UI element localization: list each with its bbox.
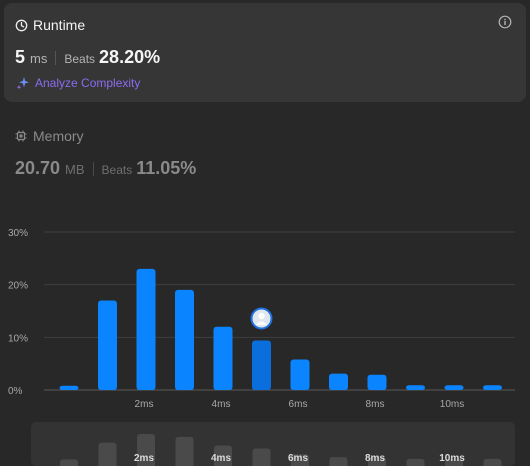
runtime-unit: ms (30, 51, 48, 66)
bar (329, 373, 348, 390)
scrubber-bar (483, 458, 502, 466)
bar (367, 374, 387, 390)
memory-title: Memory (33, 128, 84, 144)
analyze-complexity-label: Analyze Complexity (35, 76, 141, 90)
scrubber-tick-label: 10ms (439, 453, 465, 464)
analyze-complexity-button[interactable]: Analyze Complexity (16, 76, 140, 90)
runtime-metric: 5 ms Beats 28.20% (15, 47, 160, 68)
y-tick-label: 30% (8, 228, 28, 239)
scrubber-tick-label: 8ms (365, 453, 385, 464)
runtime-beats-value: 28.20% (99, 47, 161, 67)
chart-range-scrubber[interactable]: 2ms 4ms 6ms 8ms 10ms (0, 420, 530, 466)
x-tick-label: 4ms (212, 399, 231, 410)
bar (252, 340, 271, 390)
runtime-card[interactable]: Runtime 5 ms Beats 28.20% Analyze Comple… (4, 3, 526, 102)
y-tick-label: 20% (8, 281, 28, 292)
clock-icon (15, 19, 28, 31)
metric-divider (92, 161, 94, 176)
x-tick-label: 8ms (366, 399, 385, 410)
memory-unit: MB (65, 162, 85, 177)
y-tick-label: 10% (8, 333, 28, 344)
memory-beats-value: 11.05% (136, 158, 197, 178)
runtime-beats-label: Beats (64, 52, 96, 66)
bar (213, 326, 233, 390)
x-tick-label: 6ms (289, 399, 308, 410)
bar (59, 385, 79, 390)
user-avatar-marker (250, 307, 273, 330)
x-tick-label: 10ms (440, 399, 464, 410)
scrubber-bar (252, 448, 271, 466)
bar (136, 268, 156, 390)
bar (175, 289, 194, 390)
y-tick-label: 0% (8, 386, 23, 397)
scrubber-bar (60, 459, 78, 466)
runtime-distribution-chart[interactable]: 0% 10% 20% 30% 2ms 4ms 6ms 8ms 10ms (0, 220, 530, 415)
memory-value: 20.70 (15, 158, 61, 178)
bar (406, 385, 425, 390)
memory-title-row: Memory (15, 128, 84, 144)
scrubber-bar (329, 457, 348, 466)
memory-tab[interactable]: Memory (15, 128, 84, 144)
bar (98, 300, 117, 390)
bar (290, 359, 310, 390)
bar (444, 385, 464, 390)
runtime-title-row: Runtime (15, 17, 85, 33)
scrubber-tick-label: 2ms (134, 453, 154, 464)
scrubber-bar (406, 458, 425, 466)
runtime-value: 5 (15, 47, 26, 67)
bar (483, 385, 502, 390)
info-icon[interactable] (498, 15, 512, 29)
scrubber-tick-label: 4ms (211, 453, 231, 464)
x-tick-label: 2ms (135, 399, 154, 410)
memory-metric: 20.70 MB Beats 11.05% (15, 158, 196, 179)
metric-divider (55, 50, 57, 65)
sparkle-icon (16, 77, 29, 90)
scrubber-tick-label: 6ms (288, 453, 308, 464)
scrubber-bar (175, 436, 194, 466)
memory-beats-label: Beats (101, 163, 133, 177)
chip-icon (15, 130, 27, 142)
avatar-head-icon (258, 312, 265, 320)
runtime-title: Runtime (33, 17, 86, 33)
scrubber-bar (98, 442, 117, 466)
